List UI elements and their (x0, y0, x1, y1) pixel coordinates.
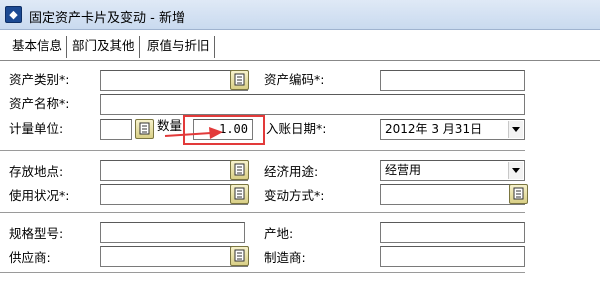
title-bar: ◆ 固定资产卡片及变动 - 新增 (0, 0, 600, 30)
lookup-book-icon (234, 73, 245, 86)
lookup-book-icon (139, 122, 150, 135)
usage-status-input[interactable] (100, 184, 248, 205)
location-label: 存放地点: (9, 164, 64, 179)
entry-date-label: 入账日期*: (266, 121, 327, 136)
unit-lookup-button[interactable] (135, 119, 154, 139)
usage-status-label: 使用状况*: (9, 188, 70, 203)
asset-code-input[interactable] (380, 70, 525, 91)
manufacturer-input[interactable] (380, 246, 525, 267)
entry-date-value: 2012年 3 月31日 (385, 122, 483, 136)
tab-label: 基本信息 (12, 38, 63, 53)
location-lookup-button[interactable] (230, 160, 249, 180)
location-input[interactable] (100, 160, 248, 181)
usage-status-lookup-button[interactable] (230, 184, 249, 204)
tab-label: 部门及其他 (72, 38, 135, 53)
tab-divider (0, 60, 600, 61)
asset-name-label: 资产名称*: (9, 96, 70, 111)
change-method-input[interactable] (380, 184, 525, 205)
unit-input[interactable] (100, 119, 132, 140)
window-title: 固定资产卡片及变动 - 新增 (29, 11, 185, 26)
section-divider (0, 212, 525, 213)
app-icon[interactable]: ◆ (5, 6, 22, 23)
lookup-book-icon (513, 187, 524, 200)
supplier-label: 供应商: (9, 250, 51, 265)
section-divider (0, 272, 525, 273)
asset-category-input[interactable] (100, 70, 248, 91)
manufacturer-label: 制造商: (264, 250, 306, 265)
supplier-lookup-button[interactable] (230, 246, 249, 266)
origin-input[interactable] (380, 222, 525, 243)
asset-category-lookup-button[interactable] (230, 70, 249, 90)
asset-category-label: 资产类别*: (9, 72, 70, 87)
chevron-down-icon (512, 127, 520, 132)
tab-label: 原值与折旧 (147, 38, 210, 53)
model-label: 规格型号: (9, 226, 64, 241)
tab-value-depreciation[interactable]: 原值与折旧 (143, 36, 215, 58)
economic-use-select[interactable]: 经营用 (380, 160, 525, 181)
red-arrow-annotation (164, 127, 223, 139)
unit-label: 计量单位: (9, 121, 64, 136)
section-divider (0, 150, 525, 151)
chevron-down-icon (512, 168, 520, 173)
entry-date-dropdown-button[interactable] (508, 121, 523, 138)
model-input[interactable] (100, 222, 245, 243)
economic-use-label: 经济用途: (264, 164, 319, 179)
change-method-label: 变动方式*: (264, 188, 325, 203)
tab-strip: 基本信息 部门及其他 原值与折旧 (0, 36, 600, 60)
tab-basic-info[interactable]: 基本信息 (8, 36, 68, 58)
tab-department-other[interactable]: 部门及其他 (68, 36, 140, 58)
entry-date-picker[interactable]: 2012年 3 月31日 (380, 119, 525, 140)
supplier-input[interactable] (100, 246, 248, 267)
lookup-book-icon (234, 187, 245, 200)
asset-code-label: 资产编码*: (264, 72, 325, 87)
asset-name-input[interactable] (100, 94, 525, 115)
lookup-book-icon (234, 249, 245, 262)
lookup-book-icon (234, 163, 245, 176)
change-method-lookup-button[interactable] (509, 184, 528, 204)
economic-use-value: 经营用 (385, 163, 422, 177)
origin-label: 产地: (264, 226, 294, 241)
economic-use-dropdown-button[interactable] (508, 162, 523, 179)
